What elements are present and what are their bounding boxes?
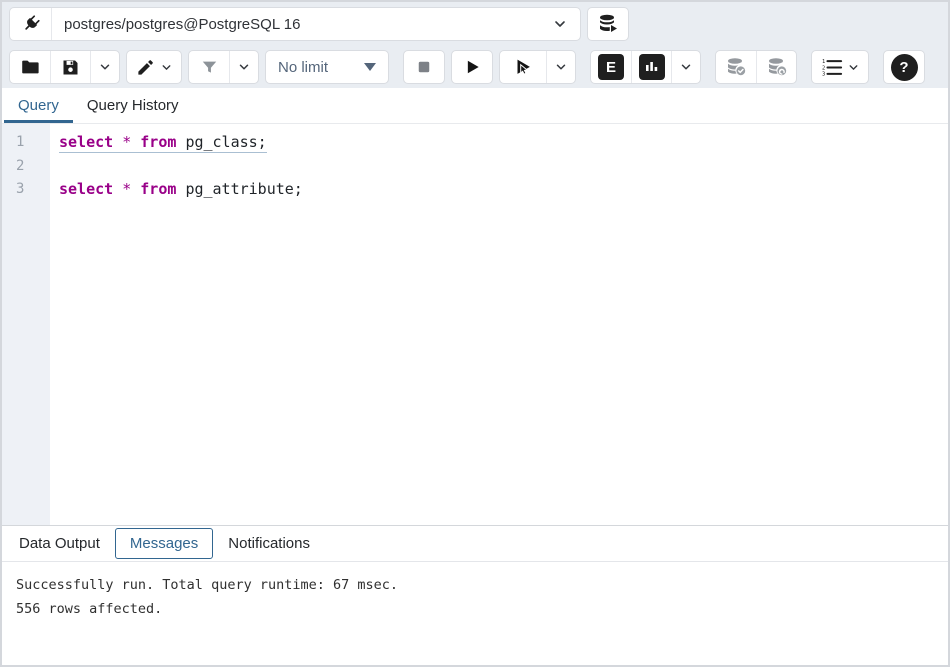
svg-text:3: 3 (822, 72, 825, 77)
rollback-button[interactable] (756, 51, 796, 83)
filter-button[interactable] (189, 51, 229, 83)
chevron-down-icon (847, 61, 860, 74)
tab-query-history[interactable]: Query History (73, 88, 193, 123)
play-cursor-icon (512, 56, 534, 78)
output-tab-bar: Data Output Messages Notifications (2, 525, 948, 562)
explain-icon: E (598, 54, 624, 80)
gutter: 123 (2, 124, 50, 525)
macros-button-group: 1 2 3 (811, 50, 869, 84)
tab-query[interactable]: Query (4, 88, 73, 123)
database-new-connection-icon (596, 12, 620, 36)
help-button[interactable]: ? (884, 51, 924, 83)
sql-editor: 123 select * from pg_class;select * from… (2, 124, 948, 525)
execute-query-group (499, 50, 576, 84)
messages-panel: Successfully run. Total query runtime: 6… (2, 562, 948, 665)
database-commit-icon (724, 55, 748, 79)
query-toolbar: No limit (2, 46, 948, 88)
row-limit-value: No limit (278, 59, 328, 76)
edit-button-group (126, 50, 182, 84)
save-options-dropdown[interactable] (90, 51, 119, 83)
code-line[interactable]: select * from pg_class; (59, 131, 948, 155)
chevron-down-icon (679, 60, 693, 74)
execute-options-dropdown[interactable] (546, 51, 575, 83)
query-tool-window: postgres/postgres@PostgreSQL 16 (0, 0, 950, 667)
open-file-button[interactable] (10, 51, 50, 83)
explain-options-dropdown[interactable] (671, 51, 700, 83)
tab-data-output[interactable]: Data Output (4, 526, 115, 561)
explain-button[interactable]: E (591, 51, 631, 83)
code-line[interactable] (59, 155, 948, 179)
numbered-list-icon: 1 2 3 (821, 57, 843, 77)
file-button-group (9, 50, 120, 84)
play-icon (462, 57, 482, 77)
connection-value: postgres/postgres@PostgreSQL 16 (52, 16, 540, 33)
execute-query-button[interactable] (500, 51, 546, 83)
folder-icon (19, 56, 41, 78)
tab-notifications[interactable]: Notifications (213, 526, 325, 561)
svg-text:2: 2 (822, 65, 825, 71)
commit-button[interactable] (716, 51, 756, 83)
row-limit-select[interactable]: No limit (265, 50, 389, 84)
save-button[interactable] (50, 51, 90, 83)
explain-button-group: E (590, 50, 701, 84)
execute-script-button[interactable] (452, 51, 492, 83)
line-number: 1 (2, 131, 50, 155)
execute-button-group (451, 50, 493, 84)
explain-analyze-button[interactable] (631, 51, 671, 83)
chevron-down-icon (237, 60, 251, 74)
filter-icon (200, 58, 219, 77)
code-line[interactable]: select * from pg_attribute; (59, 178, 948, 202)
message-rows-affected: 556 rows affected. (16, 597, 934, 621)
help-button-group: ? (883, 50, 925, 84)
edit-dropdown-button[interactable] (127, 51, 181, 83)
filter-options-dropdown[interactable] (229, 51, 258, 83)
chevron-down-icon (98, 60, 112, 74)
svg-text:1: 1 (822, 59, 825, 65)
connection-selector[interactable]: postgres/postgres@PostgreSQL 16 (9, 7, 581, 41)
connection-bar: postgres/postgres@PostgreSQL 16 (2, 2, 948, 46)
caret-down-icon (364, 63, 376, 71)
database-rollback-icon (765, 55, 789, 79)
macros-dropdown-button[interactable]: 1 2 3 (812, 51, 868, 83)
pencil-icon (136, 58, 155, 77)
save-icon (60, 57, 81, 78)
stop-button[interactable] (404, 51, 444, 83)
filter-button-group (188, 50, 259, 84)
chevron-down-icon (540, 16, 580, 32)
tab-messages[interactable]: Messages (115, 528, 213, 559)
message-runtime: Successfully run. Total query runtime: 6… (16, 573, 934, 597)
new-connection-button[interactable] (587, 7, 629, 41)
query-tab-bar: Query Query History (2, 88, 948, 124)
stop-button-group (403, 50, 445, 84)
chevron-down-icon (554, 60, 568, 74)
transaction-button-group (715, 50, 797, 84)
bar-chart-icon (639, 54, 665, 80)
code-lines[interactable]: select * from pg_class;select * from pg_… (50, 124, 948, 525)
line-number: 2 (2, 155, 50, 179)
line-number: 3 (2, 178, 50, 202)
stop-icon (415, 58, 433, 76)
help-icon: ? (891, 54, 918, 81)
plug-icon (10, 8, 52, 40)
chevron-down-icon (160, 61, 173, 74)
